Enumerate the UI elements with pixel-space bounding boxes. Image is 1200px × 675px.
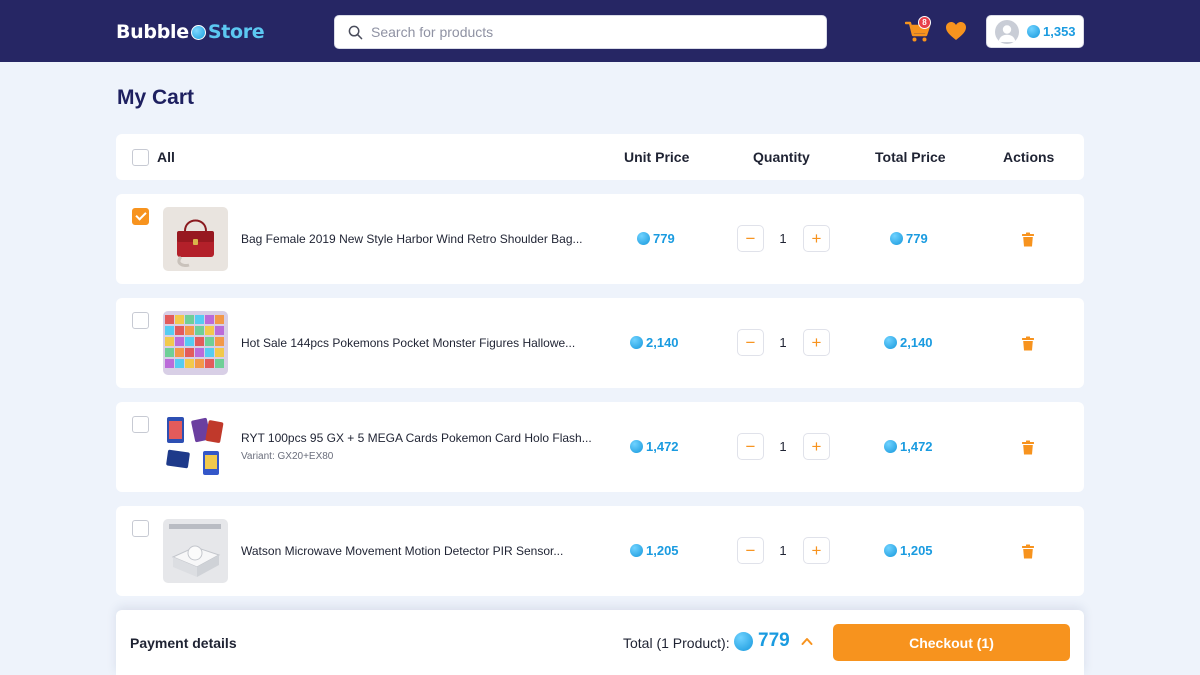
item-checkbox[interactable] [132, 520, 149, 537]
unit-price: 1,205 [630, 543, 679, 558]
product-variant[interactable]: Variant: GX20+EX80 [241, 451, 333, 462]
coin-icon [884, 440, 897, 453]
total-price-value: 779 [906, 231, 928, 246]
unit-price-value: 1,472 [646, 439, 679, 454]
trash-icon[interactable] [1021, 544, 1035, 559]
unit-price-value: 779 [653, 231, 675, 246]
unit-price: 779 [637, 231, 675, 246]
item-checkbox[interactable] [132, 208, 149, 225]
coin-icon [1027, 25, 1040, 38]
trash-icon[interactable] [1021, 336, 1035, 351]
cart-item-row: RYT 100pcs 95 GX + 5 MEGA Cards Pokemon … [116, 402, 1084, 492]
cart-item-row: Watson Microwave Movement Motion Detecto… [116, 506, 1084, 596]
quantity-decrease-button[interactable]: − [737, 225, 764, 252]
logo-text-bubble: Bubble [116, 21, 189, 43]
payment-details-label: Payment details [130, 635, 237, 651]
logo-bubble-icon [190, 24, 206, 40]
quantity-decrease-button[interactable]: − [737, 433, 764, 460]
cart-item-row: Bag Female 2019 New Style Harbor Wind Re… [116, 194, 1084, 284]
coin-icon [630, 336, 643, 349]
cart-count-badge: 8 [918, 16, 931, 29]
select-all-label: All [157, 149, 175, 165]
coin-icon [890, 232, 903, 245]
total-price-value: 1,205 [900, 543, 933, 558]
unit-price-value: 1,205 [646, 543, 679, 558]
total-price: 779 [890, 231, 928, 246]
product-thumbnail[interactable] [163, 207, 228, 271]
page-title: My Cart [117, 86, 195, 109]
cart-button[interactable]: 8 [904, 16, 933, 44]
quantity-decrease-button[interactable]: − [737, 537, 764, 564]
quantity-decrease-button[interactable]: − [737, 329, 764, 356]
quantity-increase-button[interactable]: + [803, 329, 830, 356]
checkout-button[interactable]: Checkout (1) [833, 624, 1070, 661]
actions-header: Actions [1003, 149, 1055, 165]
coin-icon [884, 336, 897, 349]
product-name[interactable]: Bag Female 2019 New Style Harbor Wind Re… [241, 232, 583, 246]
item-checkbox[interactable] [132, 416, 149, 433]
product-name[interactable]: RYT 100pcs 95 GX + 5 MEGA Cards Pokemon … [241, 431, 592, 445]
quantity-value[interactable]: 1 [773, 439, 793, 454]
search-input[interactable] [371, 24, 811, 40]
quantity-value[interactable]: 1 [773, 231, 793, 246]
product-image-sensor [163, 519, 228, 583]
bubble-store-logo[interactable]: Bubble Store [116, 19, 265, 45]
search-bar[interactable] [334, 15, 827, 49]
wishlist-button[interactable] [945, 21, 967, 41]
select-all-checkbox[interactable] [132, 149, 149, 166]
total-price: 2,140 [884, 335, 933, 350]
total-label: Total (1 Product): [623, 635, 730, 651]
heart-icon [946, 22, 966, 40]
coin-icon [734, 631, 753, 651]
cart-table-header: All Unit Price Quantity Total Price Acti… [116, 134, 1084, 180]
product-name[interactable]: Watson Microwave Movement Motion Detecto… [241, 544, 563, 558]
quantity-increase-button[interactable]: + [803, 225, 830, 252]
cart-item-row: Hot Sale 144pcs Pokemons Pocket Monster … [116, 298, 1084, 388]
total-amount: 779 [734, 630, 790, 652]
trash-icon[interactable] [1021, 440, 1035, 455]
quantity-value[interactable]: 1 [773, 543, 793, 558]
product-thumbnail[interactable] [163, 311, 228, 375]
total-price: 1,472 [884, 439, 933, 454]
coin-icon [637, 232, 650, 245]
logo-text-store: Store [207, 21, 265, 43]
coin-icon [630, 544, 643, 557]
product-name[interactable]: Hot Sale 144pcs Pokemons Pocket Monster … [241, 336, 575, 350]
item-checkbox[interactable] [132, 312, 149, 329]
top-navigation-bar: Bubble Store 8 1,353 [0, 0, 1200, 62]
quantity-increase-button[interactable]: + [803, 537, 830, 564]
unit-price-header: Unit Price [624, 149, 690, 165]
product-thumbnail[interactable] [163, 519, 228, 583]
coin-icon [884, 544, 897, 557]
unit-price: 1,472 [630, 439, 679, 454]
total-price-header: Total Price [875, 149, 946, 165]
product-image-bag [163, 207, 228, 271]
product-image-cards [163, 415, 228, 479]
trash-icon[interactable] [1021, 232, 1035, 247]
product-thumbnail[interactable] [163, 415, 228, 479]
product-image-figures [163, 311, 228, 375]
search-icon [348, 25, 363, 39]
quantity-increase-button[interactable]: + [803, 433, 830, 460]
coin-balance: 1,353 [1043, 24, 1076, 39]
chevron-up-icon[interactable] [801, 636, 813, 646]
total-price-value: 1,472 [900, 439, 933, 454]
total-amount-value: 779 [758, 630, 790, 651]
user-icon [998, 24, 1016, 42]
total-price: 1,205 [884, 543, 933, 558]
quantity-header: Quantity [753, 149, 810, 165]
payment-footer: Payment details Total (1 Product): 779 C… [116, 610, 1084, 675]
quantity-value[interactable]: 1 [773, 335, 793, 350]
coin-icon [630, 440, 643, 453]
total-price-value: 2,140 [900, 335, 933, 350]
unit-price-value: 2,140 [646, 335, 679, 350]
unit-price: 2,140 [630, 335, 679, 350]
user-account-button[interactable]: 1,353 [986, 15, 1084, 48]
avatar [995, 19, 1019, 44]
